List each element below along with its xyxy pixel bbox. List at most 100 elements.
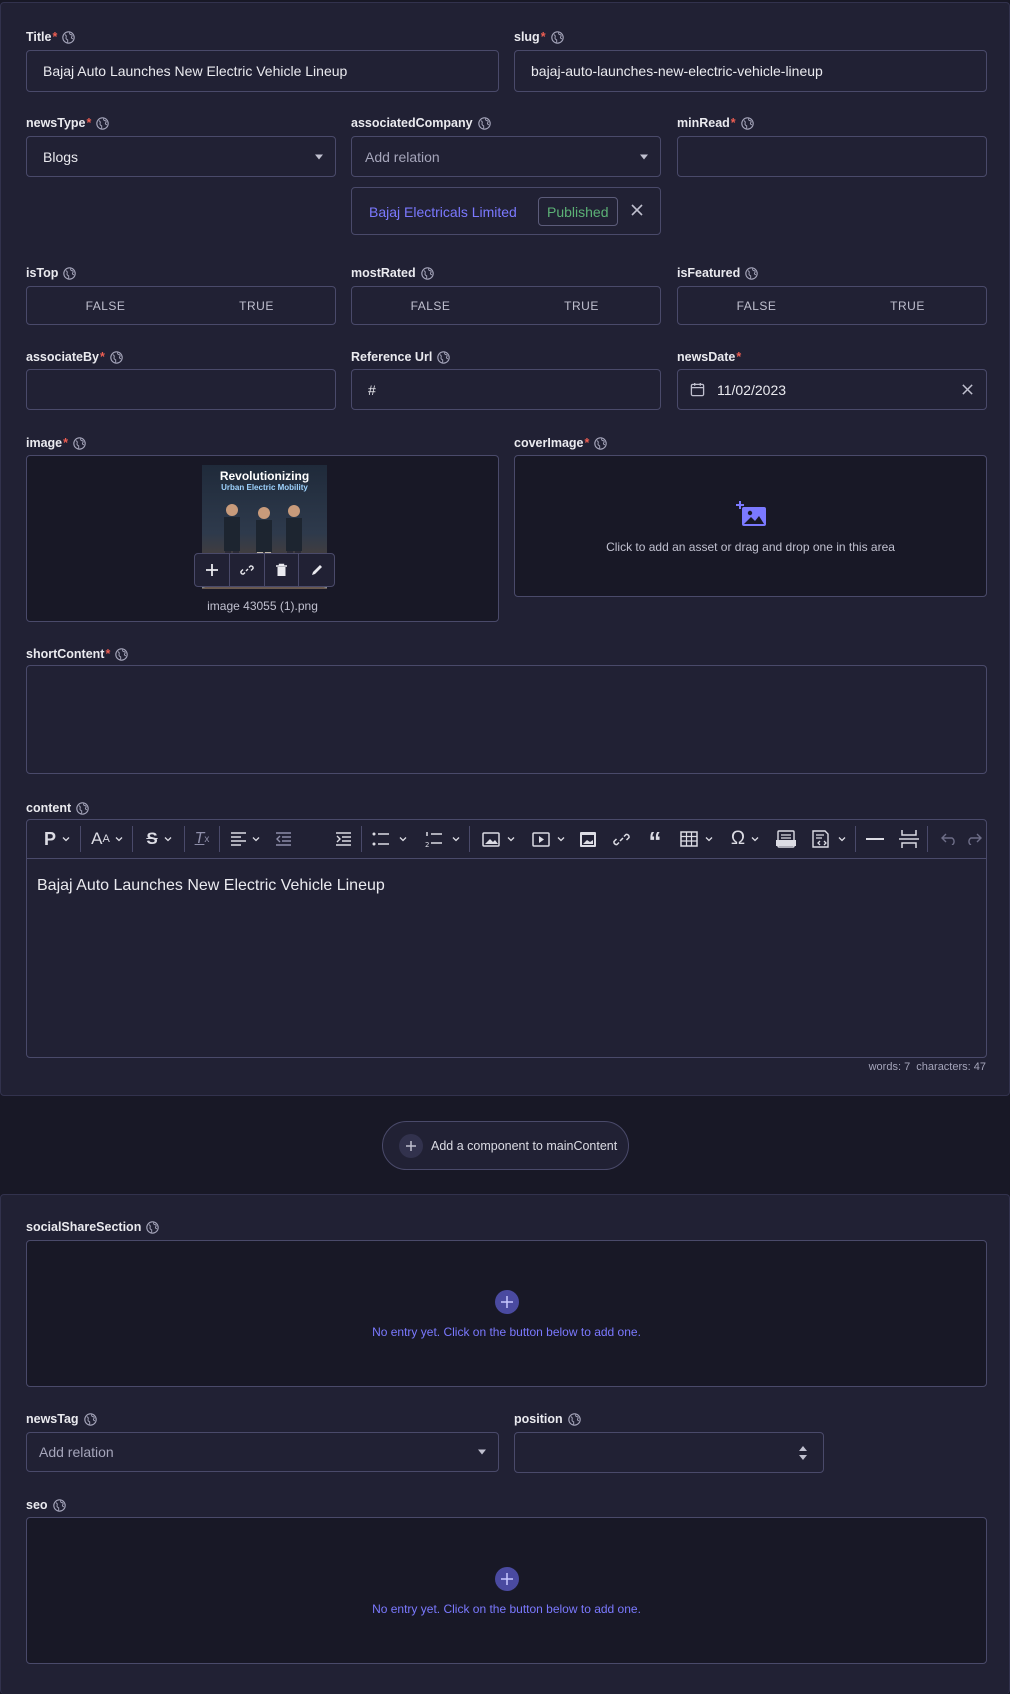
reference-url-input[interactable]: # [351, 369, 661, 410]
social-share-empty[interactable]: No entry yet. Click on the button below … [26, 1240, 987, 1387]
istop-label-text: isTop [26, 266, 59, 280]
newstype-label-text: newsType [26, 116, 86, 130]
numbered-list-button[interactable]: 2 [420, 828, 464, 850]
plus-circle-icon [399, 1133, 423, 1158]
globe-icon [62, 31, 75, 44]
redo-icon [968, 833, 982, 845]
content-text[interactable]: Bajaj Auto Launches New Electric Vehicle… [37, 877, 385, 895]
associateby-label: associateBy * [26, 350, 123, 364]
seo-empty[interactable]: No entry yet. Click on the button below … [26, 1517, 987, 1664]
insert-asset-button[interactable] [575, 828, 601, 850]
font-size-button[interactable]: AA [87, 828, 127, 850]
html-embed-button[interactable] [773, 828, 799, 850]
redo-button[interactable] [965, 828, 983, 850]
link-icon[interactable] [230, 554, 265, 586]
position-label: position [514, 1412, 581, 1426]
image-actions [194, 553, 335, 587]
insert-table-button[interactable] [675, 828, 717, 850]
content-label: content [26, 801, 89, 815]
remove-format-button[interactable]: Tx [189, 828, 215, 850]
add-entry-icon[interactable] [495, 1290, 519, 1314]
position-select[interactable] [514, 1432, 824, 1473]
insert-image-button[interactable] [477, 828, 519, 850]
undo-button[interactable] [936, 828, 962, 850]
special-characters-button[interactable]: Ω [724, 828, 766, 850]
true-option[interactable]: TRUE [181, 290, 332, 321]
required-marker: * [730, 116, 736, 130]
mostrated-label: mostRated [351, 266, 434, 280]
istop-label: isTop [26, 266, 76, 280]
social-share-label-text: socialShareSection [26, 1220, 142, 1234]
globe-icon [478, 117, 491, 130]
associated-company-select[interactable]: Add relation [351, 136, 661, 177]
source-code-icon [811, 830, 829, 848]
secondary-form-panel: socialShareSection No entry yet. Click o… [0, 1194, 1010, 1694]
newstype-select[interactable]: Blogs [26, 136, 336, 177]
istop-toggle[interactable]: FALSE TRUE [26, 286, 336, 325]
close-icon[interactable] [630, 203, 644, 220]
mostrated-toggle[interactable]: FALSE TRUE [351, 286, 661, 325]
false-option[interactable]: FALSE [355, 290, 506, 321]
reference-url-label: Reference Url [351, 350, 450, 364]
svg-text:2: 2 [425, 841, 429, 847]
false-option[interactable]: FALSE [30, 290, 181, 321]
trash-icon[interactable] [265, 554, 300, 586]
associateby-input[interactable] [26, 369, 336, 410]
relation-link[interactable]: Bajaj Electricals Limited [369, 204, 517, 220]
sort-arrows-icon [799, 1446, 807, 1463]
coverimage-dropzone[interactable]: Click to add an asset or drag and drop o… [514, 455, 987, 597]
link-button[interactable] [608, 828, 634, 850]
indent-button[interactable] [330, 828, 356, 850]
minread-input[interactable] [677, 136, 987, 177]
outdent-button[interactable] [270, 828, 296, 850]
image-media-field[interactable]: Revolutionizing Urban Electric Mobility [26, 455, 499, 622]
blockquote-button[interactable]: “ [642, 828, 668, 854]
horizontal-line-button[interactable] [862, 828, 888, 850]
false-option[interactable]: FALSE [681, 290, 832, 321]
newstag-label: newsTag [26, 1412, 97, 1426]
title-value: Bajaj Auto Launches New Electric Vehicle… [43, 63, 348, 79]
source-editing-button[interactable] [806, 828, 850, 850]
strikethrough-button[interactable]: S [139, 828, 179, 850]
globe-icon [146, 1221, 159, 1234]
page-break-button[interactable] [896, 828, 922, 850]
true-option[interactable]: TRUE [832, 290, 983, 321]
newstag-select[interactable]: Add relation [26, 1432, 499, 1472]
newstag-placeholder: Add relation [39, 1444, 114, 1460]
slug-input[interactable]: bajaj-auto-launches-new-electric-vehicle… [514, 50, 987, 92]
clear-date-icon[interactable] [961, 383, 974, 399]
required-marker: * [736, 350, 742, 364]
add-entry-icon[interactable] [495, 1567, 519, 1591]
paragraph-format-button[interactable]: P [37, 828, 77, 850]
shortcontent-textarea[interactable] [26, 665, 987, 774]
bulleted-list-button[interactable] [367, 828, 411, 850]
newstype-label: newsType * [26, 116, 109, 130]
add-icon[interactable] [195, 554, 230, 586]
align-left-icon [231, 832, 246, 846]
associated-company-placeholder: Add relation [365, 148, 440, 165]
newstag-label-text: newsTag [26, 1412, 79, 1426]
align-button[interactable] [225, 828, 265, 850]
status-badge: Published [538, 197, 618, 226]
true-option[interactable]: TRUE [506, 290, 657, 321]
globe-icon [741, 117, 754, 130]
editor-toolbar: P AA S Tx 2 “ Ω [27, 820, 986, 859]
page-break-icon [899, 830, 919, 848]
image-filename: image 43055 (1).png [207, 599, 318, 613]
globe-icon [421, 267, 434, 280]
newsdate-input[interactable]: 11/02/2023 [677, 369, 987, 410]
coverimage-label-text: coverImage [514, 436, 584, 450]
insert-media-button[interactable] [527, 828, 569, 850]
associateby-label-text: associateBy [26, 350, 99, 364]
newstype-value: Blogs [43, 148, 79, 165]
edit-icon[interactable] [299, 554, 334, 586]
title-input[interactable]: Bajaj Auto Launches New Electric Vehicle… [26, 50, 499, 92]
globe-icon [110, 351, 123, 364]
position-label-text: position [514, 1412, 563, 1426]
title-label: Title * [26, 30, 75, 44]
isfeatured-toggle[interactable]: FALSE TRUE [677, 286, 987, 325]
add-component-button[interactable]: Add a component to mainContent [382, 1121, 629, 1170]
shortcontent-label-text: shortContent [26, 647, 105, 661]
globe-icon [568, 1413, 581, 1426]
required-marker: * [540, 30, 546, 44]
